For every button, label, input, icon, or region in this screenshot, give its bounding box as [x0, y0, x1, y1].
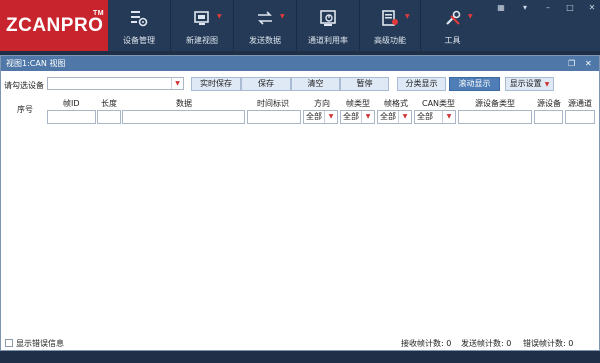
panel-title: 视图1:CAN 视图	[6, 59, 66, 68]
frame-id-filter[interactable]	[47, 110, 96, 124]
col-frame-format[interactable]: 帧格式	[384, 98, 408, 109]
menu-down-icon[interactable]: ▾	[518, 3, 532, 13]
col-index[interactable]: 序号	[17, 104, 33, 115]
chevron-down-icon: ▼	[468, 13, 473, 20]
col-frame-type[interactable]: 帧类型	[346, 98, 370, 109]
close-icon[interactable]: ✕	[585, 3, 599, 13]
col-data[interactable]: 数据	[176, 98, 192, 109]
show-error-label: 显示错误信息	[16, 339, 64, 348]
chevron-down-icon: ▼	[398, 111, 411, 123]
col-can-type[interactable]: CAN类型	[422, 98, 455, 109]
col-timestamp[interactable]: 时间标识	[257, 98, 289, 109]
new-view-label: 新建视图	[186, 36, 218, 45]
logo-text: ZCANPRO	[6, 15, 104, 36]
chevron-down-icon: ▼	[324, 111, 337, 123]
ribbon-toolbar: ZCANPRO TM 设备管理 ▼ 新建视图 ▼ 发送数据 通道利用率 ▼ 高级…	[0, 0, 600, 51]
recv-frame-count: 接收帧计数: 0	[401, 339, 452, 348]
display-settings-label: 显示设置	[509, 79, 542, 88]
frame-format-filter-value: 全部	[380, 112, 396, 121]
send-data-label: 发送数据	[249, 36, 281, 45]
send-data-button[interactable]: ▼ 发送数据	[234, 0, 297, 51]
new-view-icon	[194, 11, 209, 25]
direction-filter-value: 全部	[306, 112, 322, 121]
chevron-down-icon: ▼	[544, 81, 550, 88]
panel-title-bar: 视图1:CAN 视图 ❐ ✕	[1, 56, 599, 71]
data-filter[interactable]	[122, 110, 245, 124]
frame-type-filter-value: 全部	[343, 112, 359, 121]
app-logo: ZCANPRO TM	[0, 0, 108, 51]
new-view-button[interactable]: ▼ 新建视图	[171, 0, 234, 51]
error-frame-count: 错误帧计数: 0	[523, 339, 574, 348]
timestamp-filter[interactable]	[247, 110, 301, 124]
chevron-down-icon: ▼	[280, 13, 285, 20]
channel-usage-label: 通道利用率	[308, 36, 348, 45]
chevron-down-icon: ▼	[171, 78, 183, 89]
advanced-icon	[382, 10, 398, 26]
col-source-channel[interactable]: 源通道	[568, 98, 599, 109]
restore-icon[interactable]: ❐	[568, 56, 575, 71]
col-source-device-type[interactable]: 源设备类型	[475, 98, 515, 109]
tools-label: 工具	[444, 36, 461, 45]
device-manage-label: 设备管理	[123, 36, 155, 45]
channel-usage-icon	[320, 10, 336, 26]
device-manage-button[interactable]: 设备管理	[108, 0, 171, 51]
source-device-filter[interactable]	[534, 110, 563, 124]
minimize-icon[interactable]: –	[541, 3, 555, 13]
clear-button[interactable]: 清空	[291, 77, 340, 91]
grid-view-icon[interactable]: ▦	[494, 3, 508, 13]
close-view-icon[interactable]: ✕	[585, 56, 592, 71]
device-select-label: 请勾选设备	[4, 81, 44, 90]
send-frame-count: 发送帧计数: 0	[461, 339, 512, 348]
scroll-display-button[interactable]: 滚动显示	[449, 77, 500, 91]
save-button[interactable]: 保存	[241, 77, 291, 91]
realtime-save-button[interactable]: 实时保存	[191, 77, 241, 91]
col-source-device[interactable]: 源设备	[537, 98, 561, 109]
source-device-type-filter[interactable]	[458, 110, 532, 124]
direction-filter[interactable]: 全部 ▼	[303, 110, 338, 124]
device-select[interactable]: ▼	[47, 77, 184, 90]
send-data-icon	[258, 11, 272, 25]
chevron-down-icon: ▼	[442, 111, 455, 123]
can-type-filter-value: 全部	[417, 112, 433, 121]
advanced-label: 高级功能	[374, 36, 406, 45]
col-frame-id[interactable]: 帧ID	[63, 98, 80, 109]
show-error-checkbox[interactable]	[5, 339, 13, 347]
channel-usage-button[interactable]: 通道利用率	[297, 0, 360, 51]
pause-button[interactable]: 暂停	[340, 77, 389, 91]
length-filter[interactable]	[97, 110, 121, 124]
can-type-filter[interactable]: 全部 ▼	[414, 110, 456, 124]
frame-format-filter[interactable]: 全部 ▼	[377, 110, 412, 124]
chevron-down-icon: ▼	[405, 13, 410, 20]
device-manage-icon	[131, 11, 148, 27]
col-length[interactable]: 长度	[101, 98, 117, 109]
maximize-icon[interactable]: □	[563, 3, 577, 13]
tools-icon	[445, 10, 460, 25]
tools-button[interactable]: ▼ 工具	[421, 0, 484, 51]
chevron-down-icon: ▼	[361, 111, 374, 123]
display-settings-button[interactable]: 显示设置 ▼	[505, 77, 554, 91]
source-channel-filter[interactable]	[565, 110, 595, 124]
chevron-down-icon: ▼	[217, 13, 222, 20]
category-display-button[interactable]: 分类显示	[397, 77, 446, 91]
col-direction[interactable]: 方向	[314, 98, 330, 109]
frame-type-filter[interactable]: 全部 ▼	[340, 110, 375, 124]
logo-trademark: TM	[93, 10, 105, 17]
advanced-button[interactable]: ▼ 高级功能	[360, 0, 421, 51]
bottom-bar	[0, 351, 600, 363]
